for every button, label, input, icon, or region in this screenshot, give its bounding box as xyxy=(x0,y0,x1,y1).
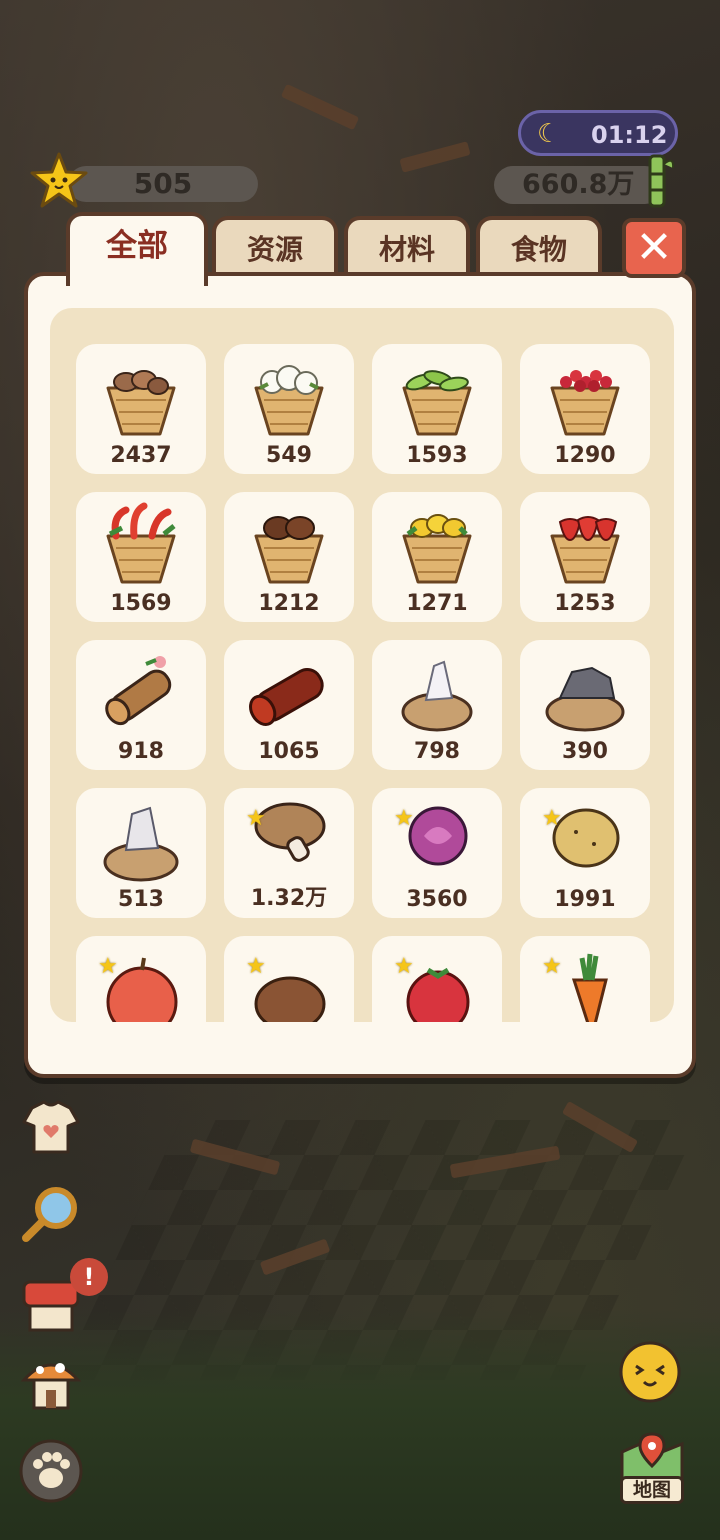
currency-amount: 660.8万 xyxy=(522,169,635,200)
soybean-basket-icon xyxy=(402,370,472,436)
tab-materials[interactable]: 材料 xyxy=(344,216,470,280)
item-count: 513 xyxy=(118,887,164,912)
inventory-item[interactable]: 918 xyxy=(76,640,206,770)
tab-food[interactable]: 食物 xyxy=(476,216,602,280)
item-count: 3560 xyxy=(406,887,468,912)
item-count: 390 xyxy=(562,739,608,764)
inventory-item[interactable]: ★ 1.32万 xyxy=(224,788,354,918)
map-label: 地图 xyxy=(620,1476,684,1504)
paw-button[interactable] xyxy=(18,1438,84,1504)
inventory-item[interactable]: 1065 xyxy=(224,640,354,770)
item-count: 1065 xyxy=(258,739,320,764)
inventory-item[interactable]: 1290 xyxy=(520,344,650,474)
tab-resources[interactable]: 资源 xyxy=(212,216,338,280)
item-count: 2437 xyxy=(110,443,172,468)
inventory-panel: 2437 549 1593 1290 1569 1212 1271 1253 918 1065 79… xyxy=(24,272,696,1078)
crystal-ore-icon xyxy=(401,660,473,732)
close-button[interactable]: ✕ xyxy=(622,218,686,278)
sweet-potato-icon xyxy=(254,976,326,1022)
tab-label: 材料 xyxy=(378,233,435,266)
clock-time: 01:12 xyxy=(591,121,668,149)
cotton-basket-icon xyxy=(254,365,324,436)
inventory-item[interactable]: 1253 xyxy=(520,492,650,622)
chestnut-basket-icon xyxy=(106,370,176,436)
item-count: 549 xyxy=(266,443,312,468)
inventory-item[interactable]: ★ xyxy=(224,936,354,1022)
item-count: 798 xyxy=(414,739,460,764)
item-count: 1271 xyxy=(406,591,468,616)
inventory-item[interactable]: 1271 xyxy=(372,492,502,622)
inventory-item[interactable]: 513 xyxy=(76,788,206,918)
map-button[interactable]: 地图 xyxy=(612,1430,692,1510)
star-badge-icon: ★ xyxy=(542,954,562,979)
inventory-item[interactable]: 1569 xyxy=(76,492,206,622)
inventory-item[interactable]: 549 xyxy=(224,344,354,474)
item-count: 1253 xyxy=(554,591,616,616)
star-badge-icon: ★ xyxy=(98,954,118,979)
inventory-item[interactable]: ★ xyxy=(76,936,206,1022)
emoji-button[interactable] xyxy=(618,1340,682,1404)
bamboo-icon xyxy=(648,154,675,208)
inventory-item[interactable]: 2437 xyxy=(76,344,206,474)
alert-badge: ! xyxy=(70,1258,108,1296)
item-count: 1569 xyxy=(110,591,172,616)
raspberry-icon xyxy=(406,967,470,1022)
red-log-icon xyxy=(249,668,324,726)
star-counter[interactable]: 505 xyxy=(28,150,258,208)
star-badge-icon: ★ xyxy=(394,954,414,979)
wood-plank xyxy=(280,83,360,131)
item-count: 1991 xyxy=(554,887,616,912)
magnifier-button[interactable] xyxy=(18,1180,84,1246)
apple-icon xyxy=(106,957,178,1022)
strawberry-basket-icon xyxy=(550,516,620,584)
star-badge-icon: ★ xyxy=(246,954,266,979)
inventory-item[interactable]: 1212 xyxy=(224,492,354,622)
outfit-button[interactable] xyxy=(18,1094,84,1160)
star-count: 505 xyxy=(68,166,258,202)
berry-basket-icon xyxy=(550,370,620,436)
inventory-item[interactable]: 1593 xyxy=(372,344,502,474)
inventory-item[interactable]: 798 xyxy=(372,640,502,770)
tab-label: 全部 xyxy=(106,228,168,264)
currency-counter[interactable]: 660.8万 xyxy=(494,166,664,204)
chili-basket-icon xyxy=(106,502,176,584)
blossom-log-icon xyxy=(105,656,172,726)
tab-all[interactable]: 全部 xyxy=(66,212,208,286)
moon-icon: ☾ xyxy=(537,119,561,149)
inventory-grid[interactable]: 2437 549 1593 1290 1569 1212 1271 1253 918 1065 79… xyxy=(50,308,674,1022)
star-badge-icon: ★ xyxy=(394,806,414,831)
lemon-basket-icon xyxy=(402,514,472,584)
tab-label: 资源 xyxy=(246,233,303,266)
nut-basket-icon xyxy=(254,516,324,584)
mushroom-house-button[interactable] xyxy=(18,1350,84,1416)
inventory-item[interactable]: ★ xyxy=(520,936,650,1022)
item-count: 1290 xyxy=(554,443,616,468)
star-badge-icon: ★ xyxy=(542,806,562,831)
silver-ore-icon xyxy=(103,806,179,882)
inventory-item[interactable]: ★ 1991 xyxy=(520,788,650,918)
close-icon: ✕ xyxy=(635,222,673,273)
carrot-icon xyxy=(571,953,608,1022)
inventory-item[interactable]: ★ xyxy=(372,936,502,1022)
star-icon xyxy=(30,152,88,208)
stone-ore-icon xyxy=(545,666,625,732)
inventory-item[interactable]: 390 xyxy=(520,640,650,770)
item-count: 1.32万 xyxy=(250,886,328,911)
inventory-item[interactable]: ★ 3560 xyxy=(372,788,502,918)
tab-label: 食物 xyxy=(510,233,567,266)
item-count: 1212 xyxy=(258,591,320,616)
item-count: 1593 xyxy=(406,443,468,468)
wood-plank xyxy=(399,141,471,173)
star-badge-icon: ★ xyxy=(246,806,266,831)
item-count: 918 xyxy=(118,739,164,764)
